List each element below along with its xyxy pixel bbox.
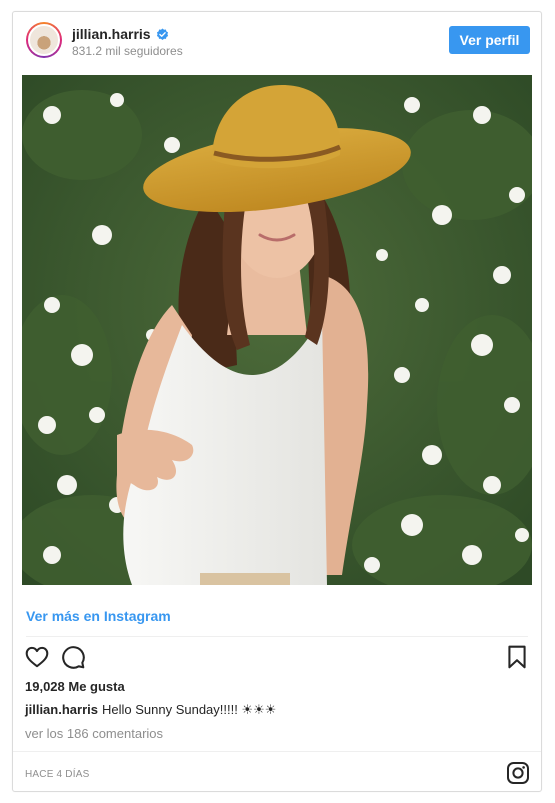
view-on-instagram-link[interactable]: Ver más en Instagram bbox=[26, 608, 171, 624]
verified-badge-icon bbox=[156, 28, 168, 40]
view-profile-button[interactable]: Ver perfil bbox=[449, 26, 530, 54]
bookmark-icon[interactable] bbox=[504, 644, 530, 670]
post-header: jillian.harris 831.2 mil seguidores Ver … bbox=[13, 12, 541, 74]
username-row: jillian.harris bbox=[72, 26, 169, 42]
caption: jillian.harris Hello Sunny Sunday!!!!! ☀☀… bbox=[25, 702, 276, 718]
action-bar bbox=[24, 644, 530, 672]
view-comments-link[interactable]: ver los 186 comentarios bbox=[25, 726, 163, 741]
divider bbox=[13, 751, 541, 752]
divider bbox=[26, 636, 528, 637]
likes-count[interactable]: 19,028 Me gusta bbox=[25, 679, 125, 694]
post-photo-illustration bbox=[22, 75, 532, 585]
avatar-image bbox=[28, 24, 60, 56]
post-image[interactable] bbox=[22, 75, 532, 585]
heart-icon[interactable] bbox=[24, 644, 50, 670]
followers-count: 831.2 mil seguidores bbox=[72, 44, 183, 58]
username[interactable]: jillian.harris bbox=[72, 26, 151, 42]
comment-icon[interactable] bbox=[60, 644, 86, 670]
caption-username[interactable]: jillian.harris bbox=[25, 702, 98, 717]
timestamp: HACE 4 DÍAS bbox=[25, 769, 90, 780]
instagram-logo-icon[interactable] bbox=[506, 761, 530, 785]
caption-text: Hello Sunny Sunday!!!!! ☀☀☀ bbox=[101, 702, 277, 717]
instagram-embed-card: jillian.harris 831.2 mil seguidores Ver … bbox=[12, 11, 542, 792]
avatar[interactable] bbox=[26, 22, 62, 58]
